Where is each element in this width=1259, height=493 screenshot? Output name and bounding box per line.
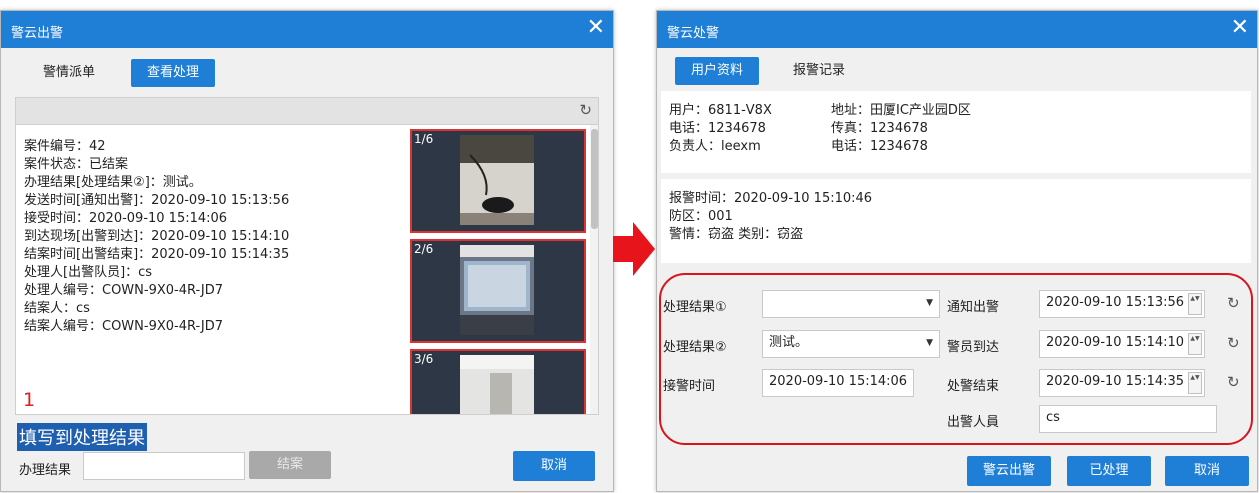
result2-label: 处理结果② (663, 340, 727, 355)
notify-label: 通知出警 (947, 300, 1000, 315)
result1-select[interactable]: ▼ (762, 290, 940, 318)
scrollbar-thumb[interactable] (591, 129, 598, 229)
info-close-time: 结案时间[出警结束]：2020-09-10 15:14:35 (24, 247, 290, 262)
photo-thumbnail[interactable]: 1/6 (410, 129, 586, 233)
accept-time-label: 接警时间 (663, 379, 716, 394)
info-closer-id: 结案人编号：COWN-9X0-4R-JD7 (24, 319, 224, 334)
refresh-icon[interactable]: ↻ (1227, 334, 1240, 352)
officer-input[interactable]: cs (1039, 405, 1217, 433)
left-dialog: 警云出警 ✕ 警情派单 查看处理 ↻ 案件编号：42 案件状态：已结案 办理结果… (0, 10, 614, 492)
notify-time-value: 2020-09-10 15:13:56 (1046, 295, 1185, 310)
user-fax: 传真：1234678 (831, 121, 928, 136)
refresh-icon[interactable]: ↻ (579, 101, 592, 119)
user-id: 用户：6811-V8X (669, 103, 772, 118)
case-detail-panel: 案件编号：42 案件状态：已结案 办理结果[处理结果②]：测试。 发送时间[通知… (15, 125, 599, 415)
info-handler: 处理人[出警队员]：cs (24, 265, 153, 280)
photo-thumbnail[interactable]: 3/6 (410, 349, 586, 414)
result-input[interactable] (83, 452, 245, 480)
info-send-time: 发送时间[通知出警]：2020-09-10 15:13:56 (24, 193, 290, 208)
annotation-number: 1 (23, 389, 36, 411)
user-phone: 电话：1234678 (669, 121, 766, 136)
photo-index: 3/6 (414, 352, 434, 366)
result-label: 办理结果 (19, 463, 72, 478)
info-closer: 结案人：cs (24, 301, 90, 316)
spinner-icon[interactable]: ▲▼ (1188, 293, 1202, 315)
cancel-button[interactable]: 取消 (513, 451, 595, 481)
refresh-icon[interactable]: ↻ (1227, 373, 1240, 391)
alarm-type: 警情：窃盗 类别：窃盗 (669, 227, 804, 242)
info-handler-id: 处理人编号：COWN-9X0-4R-JD7 (24, 283, 224, 298)
accept-time-input[interactable]: 2020-09-10 15:14:06 (762, 369, 914, 397)
right-dialog: 警云处警 ✕ 用户资料 报警记录 用户：6811-V8X 地址：田厦IC产业园D… (656, 10, 1258, 492)
right-dialog-titlebar: 警云处警 ✕ (657, 11, 1257, 48)
alarm-time: 报警时间：2020-09-10 15:10:46 (669, 191, 873, 206)
scrollbar[interactable] (590, 125, 598, 414)
arrive-time-value: 2020-09-10 15:14:10 (1046, 335, 1185, 350)
processed-button[interactable]: 已处理 (1067, 456, 1151, 486)
tab-alarm-records[interactable]: 报警记录 (779, 57, 859, 85)
photo-image (460, 355, 534, 414)
dispatch-button[interactable]: 警云出警 (967, 456, 1051, 486)
end-time-input[interactable]: 2020-09-10 15:14:35 ▲▼ (1039, 369, 1205, 397)
result2-select[interactable]: 测试。 ▼ (762, 330, 940, 358)
content-toolbar: ↻ (15, 97, 599, 125)
spinner-icon[interactable]: ▲▼ (1188, 372, 1202, 394)
result1-label: 处理结果① (663, 300, 727, 315)
tab-view-processing[interactable]: 查看处理 (131, 59, 215, 87)
user-phone-2: 电话：1234678 (831, 139, 928, 154)
left-dialog-titlebar: 警云出警 ✕ (1, 11, 613, 48)
officer-label: 出警人員 (947, 415, 1000, 430)
info-case-number: 案件编号：42 (24, 139, 106, 154)
spinner-icon[interactable]: ▲▼ (1188, 333, 1202, 355)
left-dialog-title: 警云出警 (11, 26, 64, 41)
photo-image (460, 245, 534, 335)
chevron-down-icon: ▼ (926, 338, 933, 348)
alarm-info-panel: 报警时间：2020-09-10 15:10:46 防区：001 警情：窃盗 类别… (661, 179, 1251, 263)
photo-image (460, 135, 534, 225)
right-dialog-title: 警云处警 (667, 26, 720, 41)
photo-index: 1/6 (414, 132, 434, 146)
close-icon[interactable]: ✕ (1231, 15, 1249, 41)
tab-user-profile[interactable]: 用户资料 (675, 57, 759, 85)
tab-dispatch-order[interactable]: 警情派单 (29, 59, 109, 87)
arrive-time-input[interactable]: 2020-09-10 15:14:10 ▲▼ (1039, 330, 1205, 358)
alarm-zone: 防区：001 (669, 209, 733, 224)
cancel-button[interactable]: 取消 (1165, 456, 1249, 486)
annotation-text: 填写到处理结果 (17, 423, 147, 451)
info-result: 办理结果[处理结果②]：测试。 (24, 175, 202, 190)
photo-thumbnail[interactable]: 2/6 (410, 239, 586, 343)
user-contact: 负责人：leexm (669, 139, 761, 154)
chevron-down-icon: ▼ (926, 298, 933, 308)
refresh-icon[interactable]: ↻ (1227, 294, 1240, 312)
info-accept-time: 接受时间：2020-09-10 15:14:06 (24, 211, 228, 226)
close-case-button[interactable]: 结案 (249, 451, 331, 479)
result2-value: 测试。 (769, 335, 809, 350)
info-case-status: 案件状态：已结案 (24, 157, 129, 172)
end-time-value: 2020-09-10 15:14:35 (1046, 374, 1185, 389)
arrow-icon (613, 222, 655, 276)
info-arrive-time: 到达现场[出警到达]：2020-09-10 15:14:10 (24, 229, 290, 244)
notify-time-input[interactable]: 2020-09-10 15:13:56 ▲▼ (1039, 290, 1205, 318)
user-address: 地址：田厦IC产业园D区 (831, 103, 971, 118)
end-label: 处警结束 (947, 379, 1000, 394)
arrive-label: 警员到达 (947, 340, 1000, 355)
user-info-panel: 用户：6811-V8X 地址：田厦IC产业园D区 电话：1234678 传真：1… (661, 91, 1251, 173)
photo-index: 2/6 (414, 242, 434, 256)
close-icon[interactable]: ✕ (587, 15, 605, 41)
